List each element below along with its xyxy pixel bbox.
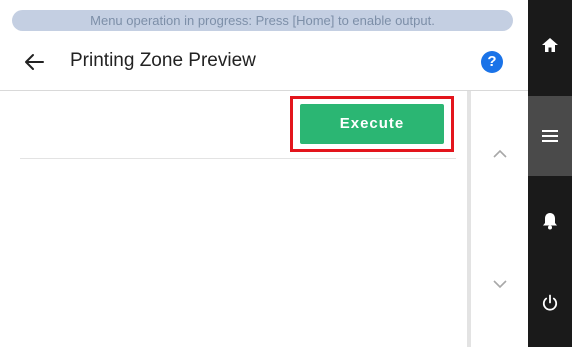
menu-button[interactable] xyxy=(528,96,572,176)
notifications-button[interactable] xyxy=(528,186,572,256)
help-icon[interactable]: ? xyxy=(481,51,503,73)
home-button[interactable] xyxy=(528,10,572,80)
scroll-column xyxy=(467,91,528,347)
menu-icon xyxy=(542,130,558,142)
power-button[interactable] xyxy=(528,268,572,338)
bell-icon xyxy=(543,213,557,230)
execute-button[interactable]: Execute xyxy=(300,104,444,144)
main-content: Execute xyxy=(0,91,461,347)
page-title: Printing Zone Preview xyxy=(70,50,256,71)
home-icon xyxy=(542,38,558,52)
back-button[interactable] xyxy=(18,46,50,78)
back-arrow-icon xyxy=(25,54,44,70)
power-icon xyxy=(542,294,558,311)
divider xyxy=(20,158,456,159)
scroll-down-button[interactable] xyxy=(485,272,515,296)
header: Printing Zone Preview ? xyxy=(0,34,528,91)
status-banner: Menu operation in progress: Press [Home]… xyxy=(12,10,513,31)
chevron-down-icon xyxy=(493,280,507,289)
chevron-up-icon xyxy=(493,149,507,158)
side-nav xyxy=(528,0,572,347)
scroll-up-button[interactable] xyxy=(485,142,515,166)
